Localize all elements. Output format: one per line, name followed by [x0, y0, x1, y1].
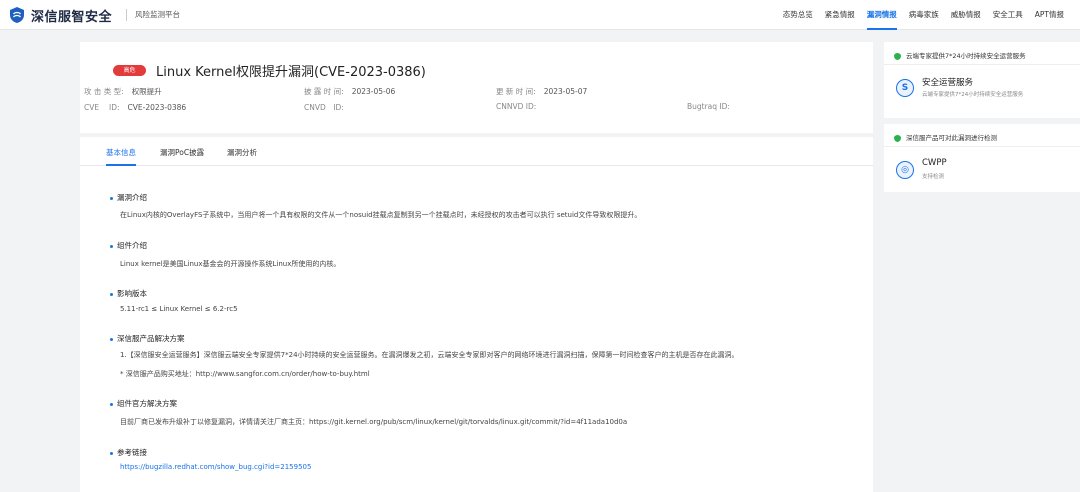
vuln-detail-card: 基本信息 漏洞PoC披露 漏洞分析 漏洞介绍 在Linux内核的OverlayF…: [80, 137, 873, 492]
side-panel-2-head-text: 深信服产品可对此漏洞进行检测: [906, 134, 997, 142]
solution-title-text: 深信服产品解决方案: [117, 334, 185, 343]
bullet-dot-icon: [110, 244, 113, 248]
tab-basic-info[interactable]: 基本信息: [106, 147, 136, 166]
nav-threat-intel[interactable]: 威胁情报: [951, 0, 981, 30]
shield-icon: [894, 52, 901, 60]
cnnvd-label: CNNVD ID:: [496, 102, 537, 111]
sangfor-logo-icon[interactable]: [8, 6, 26, 24]
component-text: Linux kernel是美国Linux基金会的开源操作系统Linux所使用的内…: [120, 260, 341, 268]
nav-situation-overview[interactable]: 态势总览: [783, 0, 813, 30]
tab-vuln-analysis[interactable]: 漏洞分析: [227, 147, 257, 166]
cnnvd-id: CNNVD ID:: [496, 102, 544, 111]
nav-vuln-intel[interactable]: 漏洞情报: [866, 0, 897, 30]
side-panel-1-head: 云端专家提供7*24小时持续安全运营服务: [894, 50, 1026, 60]
official-title-text: 组件官方解决方案: [117, 399, 177, 408]
updated-label: 更 新 时 间:: [496, 87, 536, 96]
section-title-official: 组件官方解决方案: [110, 398, 177, 409]
cwpp-icon[interactable]: ◎: [896, 161, 914, 179]
brand-name[interactable]: 深信服智安全: [31, 6, 112, 25]
cwpp-product-link[interactable]: CWPP: [922, 158, 947, 168]
security-ops-service-link[interactable]: 安全运营服务: [922, 76, 973, 88]
top-nav-bar: 深信服智安全 风险监测平台 态势总览 紧急情报 漏洞情报 病毒家族 威胁情报 安…: [0, 0, 1080, 30]
side-panel-detection: 深信服产品可对此漏洞进行检测 ◎ CWPP 支持检测: [884, 124, 1080, 192]
cwpp-product-desc: 支持检测: [922, 174, 945, 180]
disclosed-value: 2023-05-06: [351, 87, 396, 96]
solution-text-1: 1.【深信服安全运营服务】深信服云端安全专家提供7*24小时持续的安全运营服务。…: [120, 351, 739, 359]
version-text: 5.11-rc1 ≤ Linux Kernel ≤ 6.2-rc5: [120, 305, 238, 313]
bugtraq-id: Bugtraq ID:: [687, 102, 738, 111]
vuln-title: Linux Kernel权限提升漏洞(CVE-2023-0386): [156, 65, 426, 80]
cve-value: CVE-2023-0386: [127, 103, 187, 112]
severity-badge: 高危: [113, 65, 146, 76]
updated-value: 2023-05-07: [543, 87, 588, 96]
tab-poc-disclosure[interactable]: 漏洞PoC披露: [160, 147, 204, 166]
side-panel-ops-service: 云端专家提供7*24小时持续安全运营服务 S 安全运营服务 云端专家提供7*24…: [884, 42, 1080, 118]
detail-tabs: 基本信息 漏洞PoC披露 漏洞分析: [80, 137, 873, 166]
section-title-versions: 影响版本: [110, 288, 147, 299]
nav-urgent-intel[interactable]: 紧急情报: [825, 0, 855, 30]
updated-time: 更 新 时 间: 2023-05-07: [496, 86, 587, 97]
nav-apt-intel[interactable]: APT情报: [1035, 0, 1064, 30]
section-title-component: 组件介绍: [110, 240, 147, 251]
section-title-solution: 深信服产品解决方案: [110, 333, 185, 344]
bullet-dot-icon: [110, 292, 113, 296]
intro-text: 在Linux内核的OverlayFS子系统中，当用户将一个具有权限的文件从一个n…: [120, 211, 642, 219]
intro-title-text: 漏洞介绍: [117, 193, 147, 202]
security-ops-icon[interactable]: S: [896, 79, 914, 97]
nav-security-tools[interactable]: 安全工具: [993, 0, 1023, 30]
disclosed-time: 披 露 时 间: 2023-05-06: [304, 86, 395, 97]
bullet-dot-icon: [110, 337, 113, 341]
reference-link[interactable]: https://bugzilla.redhat.com/show_bug.cgi…: [120, 463, 311, 471]
component-title-text: 组件介绍: [117, 241, 147, 250]
solution-text-2: * 深信服产品购买地址：http://www.sangfor.com.cn/or…: [120, 370, 370, 378]
bullet-dot-icon: [110, 451, 113, 455]
attack-type-value: 权限提升: [131, 87, 162, 96]
brand-divider: [126, 9, 127, 21]
side-panel-1-head-text: 云端专家提供7*24小时持续安全运营服务: [906, 52, 1026, 60]
official-text: 目前厂商已发布升级补丁以修复漏洞，详情请关注厂商主页：https://git.k…: [120, 418, 628, 426]
ref-title-text: 参考链接: [117, 448, 147, 457]
section-title-references: 参考链接: [110, 447, 147, 458]
attack-type-label: 攻 击 类 型:: [84, 87, 124, 96]
shield-icon: [894, 134, 901, 142]
divider: [884, 64, 1080, 65]
vuln-header-card: 高危 Linux Kernel权限提升漏洞(CVE-2023-0386) 攻 击…: [80, 42, 873, 133]
security-ops-service-desc: 云端专家提供7*24小时持续安全运营服务: [922, 92, 1024, 98]
section-title-intro: 漏洞介绍: [110, 192, 147, 203]
nav-virus-family[interactable]: 病毒家族: [909, 0, 939, 30]
attack-type: 攻 击 类 型: 权限提升: [84, 86, 162, 97]
bullet-dot-icon: [110, 196, 113, 200]
bugtraq-label: Bugtraq ID:: [687, 102, 730, 111]
side-panel-2-head: 深信服产品可对此漏洞进行检测: [894, 132, 997, 142]
divider: [884, 146, 1080, 147]
main-nav: 态势总览 紧急情报 漏洞情报 病毒家族 威胁情报 安全工具 APT情报: [771, 0, 1064, 30]
version-title-text: 影响版本: [117, 289, 147, 298]
bullet-dot-icon: [110, 402, 113, 406]
cve-id: CVE ID: CVE-2023-0386: [84, 102, 186, 113]
platform-subtitle: 风险监测平台: [135, 10, 180, 19]
cve-label: CVE ID:: [84, 103, 120, 112]
cnvd-label: CNVD ID:: [304, 103, 344, 112]
cnvd-id: CNVD ID:: [304, 102, 352, 113]
disclosed-label: 披 露 时 间:: [304, 87, 344, 96]
